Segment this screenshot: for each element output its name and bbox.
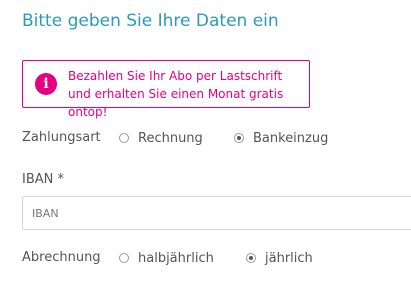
- payment-option-rechnung[interactable]: Rechnung: [119, 128, 203, 148]
- form-title: Bitte geben Sie Ihre Daten ein: [22, 11, 279, 31]
- radio-bankeinzug[interactable]: [234, 133, 244, 143]
- info-icon: i: [35, 73, 57, 95]
- billing-label: Abrechnung: [22, 250, 101, 265]
- billing-option-jaehrlich-label: jährlich: [265, 250, 313, 266]
- payment-form: Bitte geben Sie Ihre Daten ein i Bezahle…: [0, 0, 411, 305]
- billing-option-halbjaehrlich[interactable]: halbjährlich: [119, 248, 214, 268]
- billing-row: Abrechnung halbjährlich jährlich: [22, 248, 352, 268]
- payment-option-rechnung-label: Rechnung: [138, 130, 203, 146]
- radio-halbjaehrlich[interactable]: [119, 253, 129, 263]
- payment-method-row: Zahlungsart Rechnung Bankeinzug: [22, 128, 352, 148]
- notice-text: Bezahlen Sie Ihr Abo per Lastschrift und…: [68, 69, 284, 119]
- lastschrift-notice: i Bezahlen Sie Ihr Abo per Lastschrift u…: [22, 60, 310, 119]
- payment-option-bankeinzug[interactable]: Bankeinzug: [234, 128, 328, 148]
- iban-label: IBAN *: [22, 172, 65, 187]
- iban-input[interactable]: [22, 196, 411, 230]
- payment-option-bankeinzug-label: Bankeinzug: [253, 130, 329, 146]
- billing-option-jaehrlich[interactable]: jährlich: [246, 248, 313, 268]
- radio-rechnung[interactable]: [119, 133, 129, 143]
- billing-option-halbjaehrlich-label: halbjährlich: [138, 250, 214, 266]
- radio-jaehrlich[interactable]: [246, 253, 256, 263]
- payment-method-label: Zahlungsart: [22, 130, 101, 145]
